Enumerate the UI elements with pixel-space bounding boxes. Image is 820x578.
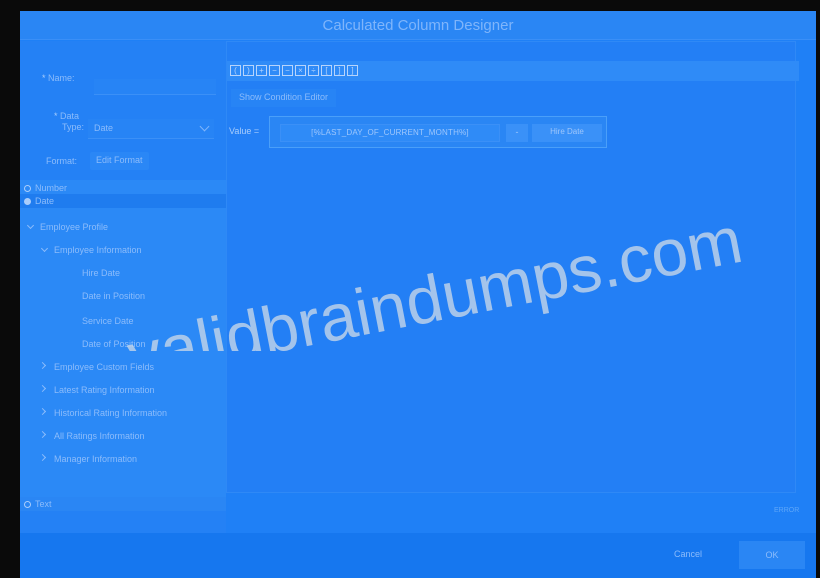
- expression-editor: ( ) + − − × ÷ [ ] ] Show Condition Edito…: [226, 41, 799, 493]
- radio-selected-icon[interactable]: [24, 198, 31, 205]
- name-label-text: Name:: [48, 73, 75, 83]
- chevron-down-icon[interactable]: [40, 244, 49, 253]
- field-tree: Number Date Employee Profile Employee In…: [20, 180, 226, 510]
- dialog-footer: Cancel OK: [20, 533, 816, 578]
- format-label: Format:: [46, 156, 78, 166]
- tree-item-number[interactable]: Number: [20, 182, 226, 194]
- close-bracket-icon[interactable]: ): [243, 65, 254, 76]
- field-token[interactable]: Hire Date: [532, 124, 602, 142]
- data-type-value: Date: [94, 123, 114, 133]
- tree-item-label: Number: [35, 183, 68, 193]
- expression-token[interactable]: [%LAST_DAY_OF_CURRENT_MONTH%]: [280, 124, 500, 142]
- bracket-right-icon[interactable]: ]: [334, 65, 345, 76]
- plus-icon[interactable]: +: [256, 65, 267, 76]
- left-panel: * Name: * Data Type: Date Format: Edit F…: [20, 41, 226, 561]
- tree-item-service-date[interactable]: Service Date: [82, 316, 134, 326]
- radio-icon[interactable]: [24, 185, 31, 192]
- operator-token[interactable]: -: [506, 124, 528, 142]
- bracket-right-icon[interactable]: ]: [347, 65, 358, 76]
- operator-toolbar: ( ) + − − × ÷ [ ] ]: [227, 61, 799, 81]
- tree-item-date-in-position[interactable]: Date in Position: [82, 291, 145, 301]
- radio-icon[interactable]: [24, 501, 31, 508]
- tree-item-text[interactable]: Text: [20, 497, 226, 511]
- tree-item-employee-custom-fields[interactable]: Employee Custom Fields: [54, 362, 154, 372]
- bracket-left-icon[interactable]: [: [321, 65, 332, 76]
- dialog-title: Calculated Column Designer: [322, 17, 514, 34]
- tree-item-hire-date[interactable]: Hire Date: [82, 268, 120, 278]
- cancel-button[interactable]: Cancel: [674, 549, 702, 559]
- tree-item-latest-rating-information[interactable]: Latest Rating Information: [54, 385, 155, 395]
- name-input[interactable]: [94, 79, 216, 95]
- expression-box[interactable]: [%LAST_DAY_OF_CURRENT_MONTH%] - Hire Dat…: [269, 116, 607, 148]
- ok-button[interactable]: OK: [739, 541, 805, 569]
- chevron-down-icon[interactable]: [26, 221, 35, 230]
- data-type-label: * Data: [54, 111, 79, 121]
- value-label: Value =: [229, 126, 260, 136]
- dialog-window: Calculated Column Designer * Name: * Dat…: [20, 11, 816, 578]
- multiply-icon[interactable]: ×: [295, 65, 306, 76]
- tree-item-employee-profile[interactable]: Employee Profile: [40, 222, 108, 232]
- tree-item-label: Text: [35, 499, 52, 509]
- chevron-right-icon[interactable]: [38, 407, 47, 416]
- minus-icon[interactable]: −: [269, 65, 280, 76]
- minus-icon[interactable]: −: [282, 65, 293, 76]
- chevron-down-icon: [199, 121, 210, 132]
- tree-item-manager-information[interactable]: Manager Information: [54, 454, 137, 464]
- tree-item-all-ratings-information[interactable]: All Ratings Information: [54, 431, 145, 441]
- chevron-right-icon[interactable]: [38, 430, 47, 439]
- divide-icon[interactable]: ÷: [308, 65, 319, 76]
- data-type-select[interactable]: Date: [88, 119, 214, 139]
- tree-item-date-of-position[interactable]: Date of Position: [82, 339, 146, 349]
- data-type-label-line1: Data: [60, 111, 80, 121]
- error-label: ERROR: [774, 507, 800, 514]
- chevron-right-icon[interactable]: [38, 384, 47, 393]
- chevron-right-icon[interactable]: [38, 361, 47, 370]
- data-type-label-line2: Type:: [62, 122, 85, 132]
- dialog-titlebar: Calculated Column Designer: [20, 11, 816, 40]
- open-bracket-icon[interactable]: (: [230, 65, 241, 76]
- chevron-right-icon[interactable]: [38, 453, 47, 462]
- tree-item-date[interactable]: Date: [20, 194, 226, 208]
- name-label: * Name:: [42, 73, 75, 83]
- tree-item-historical-rating-information[interactable]: Historical Rating Information: [54, 408, 167, 418]
- edit-format-button[interactable]: Edit Format: [90, 152, 149, 170]
- tree-item-employee-information[interactable]: Employee Information: [54, 245, 142, 255]
- tree-item-label: Date: [35, 196, 55, 206]
- show-condition-editor-button[interactable]: Show Condition Editor: [231, 89, 337, 107]
